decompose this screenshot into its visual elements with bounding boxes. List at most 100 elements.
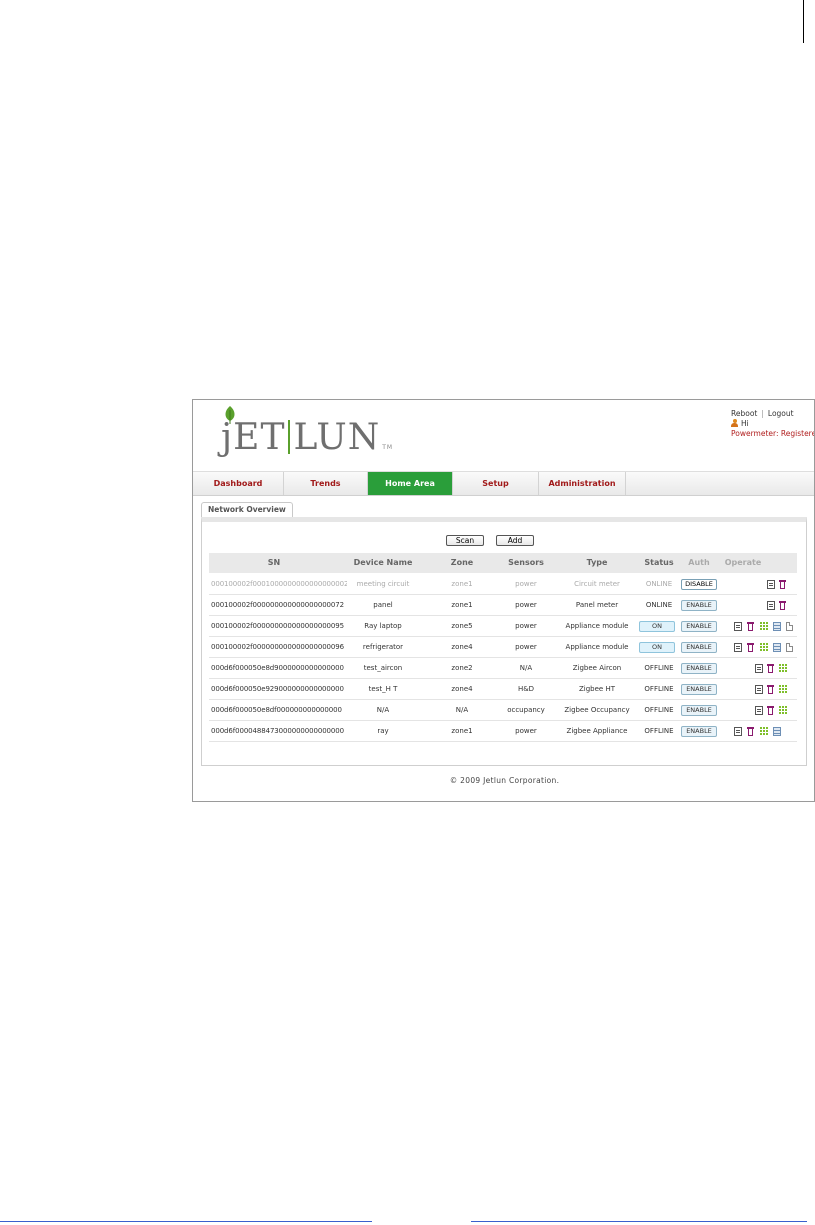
trash-icon[interactable]: [779, 580, 786, 589]
cell-sn: 000100002f000000000000000000072: [211, 601, 344, 609]
auth-toggle-button[interactable]: ENABLE: [681, 684, 717, 695]
col-zone: Zone: [450, 558, 474, 567]
col-type: Type: [586, 558, 608, 567]
cell-device-name: ray: [377, 727, 389, 735]
trash-icon[interactable]: [747, 643, 754, 652]
cell-type: Appliance module: [565, 643, 629, 651]
trash-icon[interactable]: [767, 685, 774, 694]
cell-sn: 000d6f000050e8d9000000000000000: [211, 664, 344, 672]
grid-icon[interactable]: [779, 706, 787, 714]
trash-icon[interactable]: [747, 622, 754, 631]
cell-sn: 000d6f000050e929000000000000000: [211, 685, 344, 693]
reboot-link[interactable]: Reboot: [731, 409, 757, 418]
auth-toggle-button[interactable]: ENABLE: [681, 663, 717, 674]
doc-icon[interactable]: [767, 601, 775, 610]
power-state-button[interactable]: ON: [639, 621, 675, 632]
nav-home-area-network[interactable]: Home Area Network: [368, 472, 453, 511]
cell-zone: zone1: [451, 727, 473, 735]
logo-j: jET: [221, 417, 286, 458]
power-state-button[interactable]: ON: [639, 642, 675, 653]
col-auth: Auth: [688, 558, 710, 567]
copyright-footer: © 2009 Jetlun Corporation.: [449, 776, 560, 785]
doc-icon[interactable]: [767, 580, 775, 589]
cell-status: ONLINE: [645, 580, 673, 588]
auth-toggle-button[interactable]: ENABLE: [681, 642, 717, 653]
add-button[interactable]: Add: [496, 535, 534, 546]
trash-icon[interactable]: [747, 727, 754, 736]
auth-toggle-button[interactable]: DISABLE: [681, 579, 717, 590]
list-icon[interactable]: [773, 643, 781, 652]
cell-sensors: occupancy: [507, 706, 545, 714]
table-row: 000100002f0001000000000000000002d meeting…: [209, 574, 797, 595]
trash-icon[interactable]: [767, 664, 774, 673]
cell-zone: zone1: [451, 580, 473, 588]
logo-lun: LUN: [293, 417, 381, 458]
col-sn: SN: [267, 558, 281, 567]
page-edge-marker: [803, 0, 804, 43]
table-row: 000d6f000050e929000000000000000 test_H T z…: [209, 679, 797, 700]
doc-icon[interactable]: [755, 664, 763, 673]
auth-toggle-button[interactable]: ENABLE: [681, 705, 717, 716]
cell-sn: 000d6f000050e8df000000000000000: [211, 706, 342, 714]
col-sensors: Sensors: [508, 558, 544, 567]
auth-toggle-button[interactable]: ENABLE: [681, 600, 717, 611]
cell-status: OFFLINE: [644, 664, 674, 672]
user-icon: [731, 419, 738, 427]
cell-sensors: power: [515, 622, 537, 630]
table-header: SN Device Name Zone Sensors Type Status …: [209, 553, 797, 573]
cell-type: Appliance module: [565, 622, 629, 630]
auth-toggle-button[interactable]: ENABLE: [681, 621, 717, 632]
grid-icon[interactable]: [779, 664, 787, 672]
grid-icon[interactable]: [760, 727, 768, 735]
grid-icon[interactable]: [779, 685, 787, 693]
scan-button[interactable]: Scan: [446, 535, 484, 546]
app-window: jET LUN TM Reboot | Logout Hi Powermeter: Re…: [192, 399, 815, 802]
cell-device-name: Ray laptop: [364, 622, 402, 630]
table-row: 000100002f000000000000000000095 Ray lapto…: [209, 616, 797, 637]
nav-trends[interactable]: Trends: [284, 472, 368, 495]
grid-icon[interactable]: [760, 643, 768, 651]
cell-sn: 000100002f000000000000000000095: [211, 622, 344, 630]
cell-status: OFFLINE: [644, 727, 674, 735]
user-panel: Reboot | Logout Hi Powermeter: Registered: [731, 409, 815, 439]
trash-icon[interactable]: [779, 601, 786, 610]
auth-toggle-button[interactable]: ENABLE: [681, 726, 717, 737]
cell-sensors: power: [515, 601, 537, 609]
doc-icon[interactable]: [734, 622, 742, 631]
list-icon[interactable]: [773, 727, 781, 736]
cell-device-name: meeting circuit: [356, 580, 410, 588]
doc-icon[interactable]: [755, 706, 763, 715]
cell-type: Zigbee HT: [578, 685, 615, 693]
table-row: 000d6f0000488473000000000000000 ray zone1 p…: [209, 721, 797, 742]
page-icon[interactable]: [786, 622, 793, 631]
cell-sensors: H&D: [517, 685, 535, 693]
main-nav: Dashboard Trends Home Area Network Setup…: [193, 471, 814, 511]
nav-dashboard[interactable]: Dashboard: [193, 472, 284, 495]
table-row: 000d6f000050e8d9000000000000000 test_airc…: [209, 658, 797, 679]
page-icon[interactable]: [786, 643, 793, 652]
nav-setup[interactable]: Setup: [453, 472, 539, 495]
doc-icon[interactable]: [734, 727, 742, 736]
bottom-rule-left: [0, 1221, 372, 1222]
doc-icon[interactable]: [755, 685, 763, 694]
list-icon[interactable]: [773, 622, 781, 631]
bottom-rule-right: [471, 1221, 807, 1222]
col-operate: Operate: [724, 558, 762, 567]
jetlun-logo: jET LUN TM: [221, 406, 392, 466]
cell-zone: zone2: [451, 664, 473, 672]
cell-sensors: power: [515, 580, 537, 588]
doc-icon[interactable]: [734, 643, 742, 652]
nav-administration[interactable]: Administration: [539, 472, 626, 495]
tab-network-overview[interactable]: Network Overview: [201, 502, 293, 517]
powermeter-status: Powermeter: Registered: [731, 429, 815, 438]
cell-sensors: power: [515, 727, 537, 735]
cell-type: Panel meter: [575, 601, 619, 609]
cell-zone: zone4: [451, 685, 473, 693]
logout-link[interactable]: Logout: [768, 409, 794, 418]
cell-device-name: refrigerator: [362, 643, 404, 651]
trash-icon[interactable]: [767, 706, 774, 715]
grid-icon[interactable]: [760, 622, 768, 630]
cell-type: Zigbee Appliance: [566, 727, 628, 735]
cell-device-name: test_H T: [368, 685, 398, 693]
cell-type: Zigbee Aircon: [572, 664, 622, 672]
